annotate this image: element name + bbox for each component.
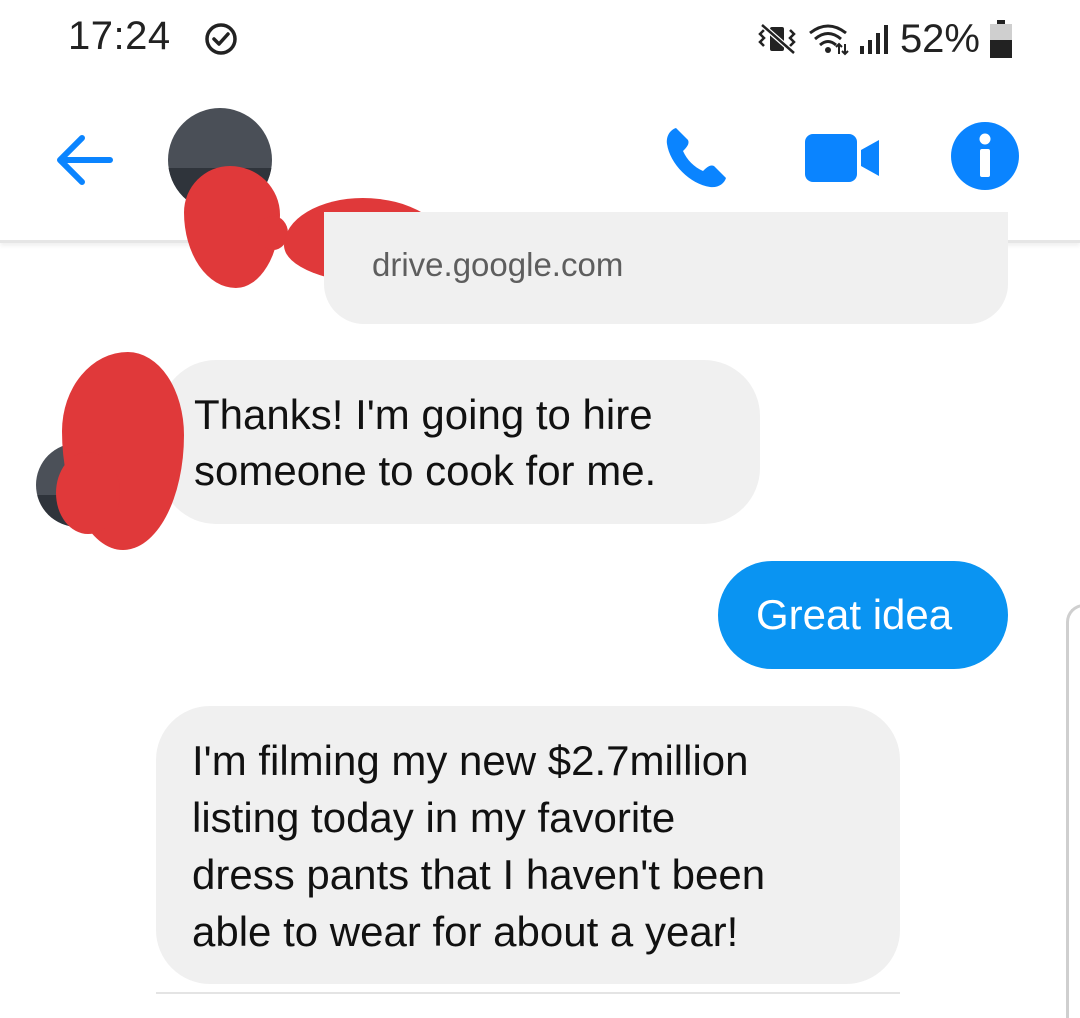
video-camera-icon[interactable] (805, 130, 881, 186)
status-icons: 52% (758, 14, 1014, 64)
sync-check-icon (205, 23, 237, 55)
phone-icon[interactable] (662, 124, 730, 192)
info-icon[interactable] (950, 121, 1020, 191)
redaction-mark (56, 452, 120, 534)
vibrate-mute-icon (758, 23, 796, 55)
messenger-screen: 17:24 52% drive.google.com Thanks! I'm g… (0, 0, 1080, 1018)
status-bar: 17:24 52% (0, 0, 1080, 80)
battery-icon (990, 20, 1012, 58)
outgoing-message-bubble[interactable]: Great idea (718, 561, 1008, 669)
status-time: 17:24 (68, 14, 171, 58)
link-preview-domain[interactable]: drive.google.com (372, 246, 623, 284)
divider (156, 992, 900, 994)
signal-bars-icon (859, 25, 888, 54)
wifi-icon (809, 24, 849, 56)
battery-percent: 52% (899, 16, 980, 61)
incoming-message-bubble[interactable]: Thanks! I'm going to hire someone to coo… (160, 360, 760, 524)
arrow-left-icon[interactable] (52, 130, 116, 190)
incoming-message-bubble[interactable]: I'm filming my new $2.7million listing t… (156, 706, 900, 984)
scroll-handle[interactable] (1066, 604, 1080, 1018)
contact-name[interactable] (286, 120, 448, 204)
